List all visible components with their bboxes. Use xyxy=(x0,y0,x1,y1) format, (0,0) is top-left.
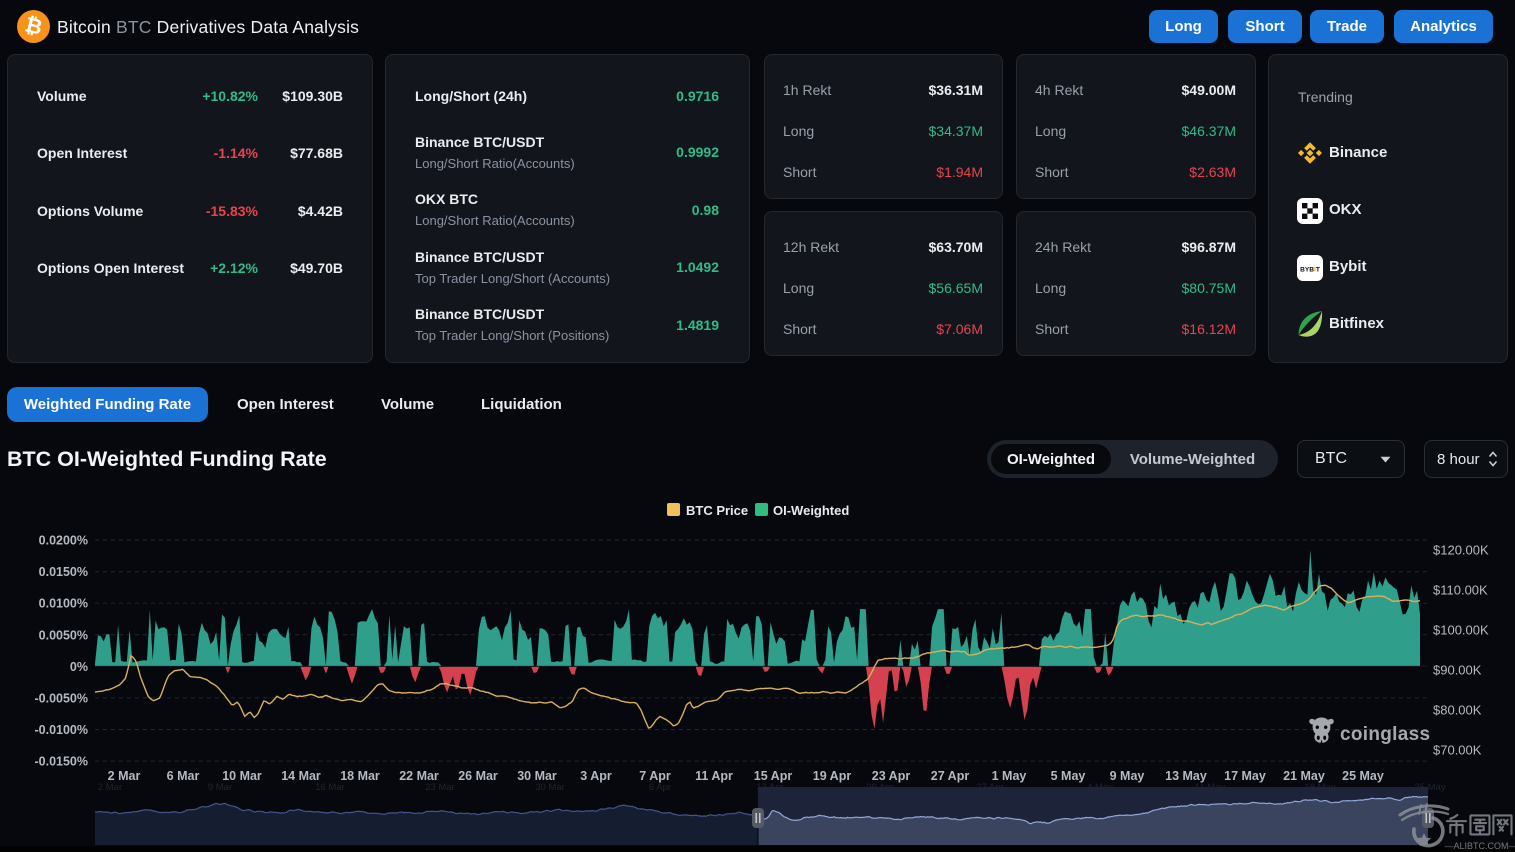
svg-text:7 Apr: 7 Apr xyxy=(639,769,671,783)
svg-text:9 May: 9 May xyxy=(1110,769,1145,783)
svg-text:16 Mar: 16 Mar xyxy=(315,782,345,793)
svg-text:-0.0150%: -0.0150% xyxy=(34,755,88,769)
svg-text:30 Mar: 30 Mar xyxy=(517,769,557,783)
svg-text:0%: 0% xyxy=(70,660,88,674)
svg-text:$90.00K: $90.00K xyxy=(1433,663,1482,678)
svg-text:0.0200%: 0.0200% xyxy=(39,534,88,548)
svg-text:15 Apr: 15 Apr xyxy=(754,769,793,783)
svg-text:9 Mar: 9 Mar xyxy=(208,782,232,793)
svg-text:$120.00K: $120.00K xyxy=(1433,543,1489,558)
svg-text:$70.00K: $70.00K xyxy=(1433,743,1482,758)
svg-text:$100.00K: $100.00K xyxy=(1433,623,1489,638)
svg-text:10 Mar: 10 Mar xyxy=(222,769,262,783)
svg-text:-0.0050%: -0.0050% xyxy=(34,691,88,705)
svg-text:22 Mar: 22 Mar xyxy=(399,769,439,783)
svg-text:2 Mar: 2 Mar xyxy=(108,769,141,783)
svg-text:—ALIBTC.COM—: —ALIBTC.COM— xyxy=(1444,841,1515,851)
svg-text:26 Mar: 26 Mar xyxy=(458,769,498,783)
svg-text:19 Apr: 19 Apr xyxy=(813,769,852,783)
svg-text:14 Mar: 14 Mar xyxy=(281,769,321,783)
svg-text:23 Mar: 23 Mar xyxy=(425,782,455,793)
svg-text:coinglass: coinglass xyxy=(1340,724,1430,745)
svg-text:17 May: 17 May xyxy=(1224,769,1266,783)
svg-text:0.0100%: 0.0100% xyxy=(39,597,88,611)
svg-text:-0.0100%: -0.0100% xyxy=(34,723,88,737)
svg-text:3 Apr: 3 Apr xyxy=(580,769,612,783)
svg-text:6 Apr: 6 Apr xyxy=(649,782,671,793)
svg-text:$110.00K: $110.00K xyxy=(1433,583,1488,598)
svg-text:30 Mar: 30 Mar xyxy=(535,782,565,793)
svg-text:13 May: 13 May xyxy=(1165,769,1207,783)
svg-text:11 Apr: 11 Apr xyxy=(695,769,733,783)
svg-text:$80.00K: $80.00K xyxy=(1433,703,1482,718)
svg-text:0.0050%: 0.0050% xyxy=(39,628,88,642)
svg-text:1 May: 1 May xyxy=(992,769,1027,783)
svg-text:25 May: 25 May xyxy=(1342,769,1384,783)
svg-text:5 May: 5 May xyxy=(1051,769,1086,783)
svg-text:21 May: 21 May xyxy=(1283,769,1325,783)
svg-text:2 Mar: 2 Mar xyxy=(98,782,122,793)
svg-text:0.0150%: 0.0150% xyxy=(39,565,88,579)
svg-text:27 Apr: 27 Apr xyxy=(931,769,970,783)
svg-text:18 Mar: 18 Mar xyxy=(340,769,380,783)
svg-text:6 Mar: 6 Mar xyxy=(167,769,200,783)
svg-text:23 Apr: 23 Apr xyxy=(872,769,911,783)
